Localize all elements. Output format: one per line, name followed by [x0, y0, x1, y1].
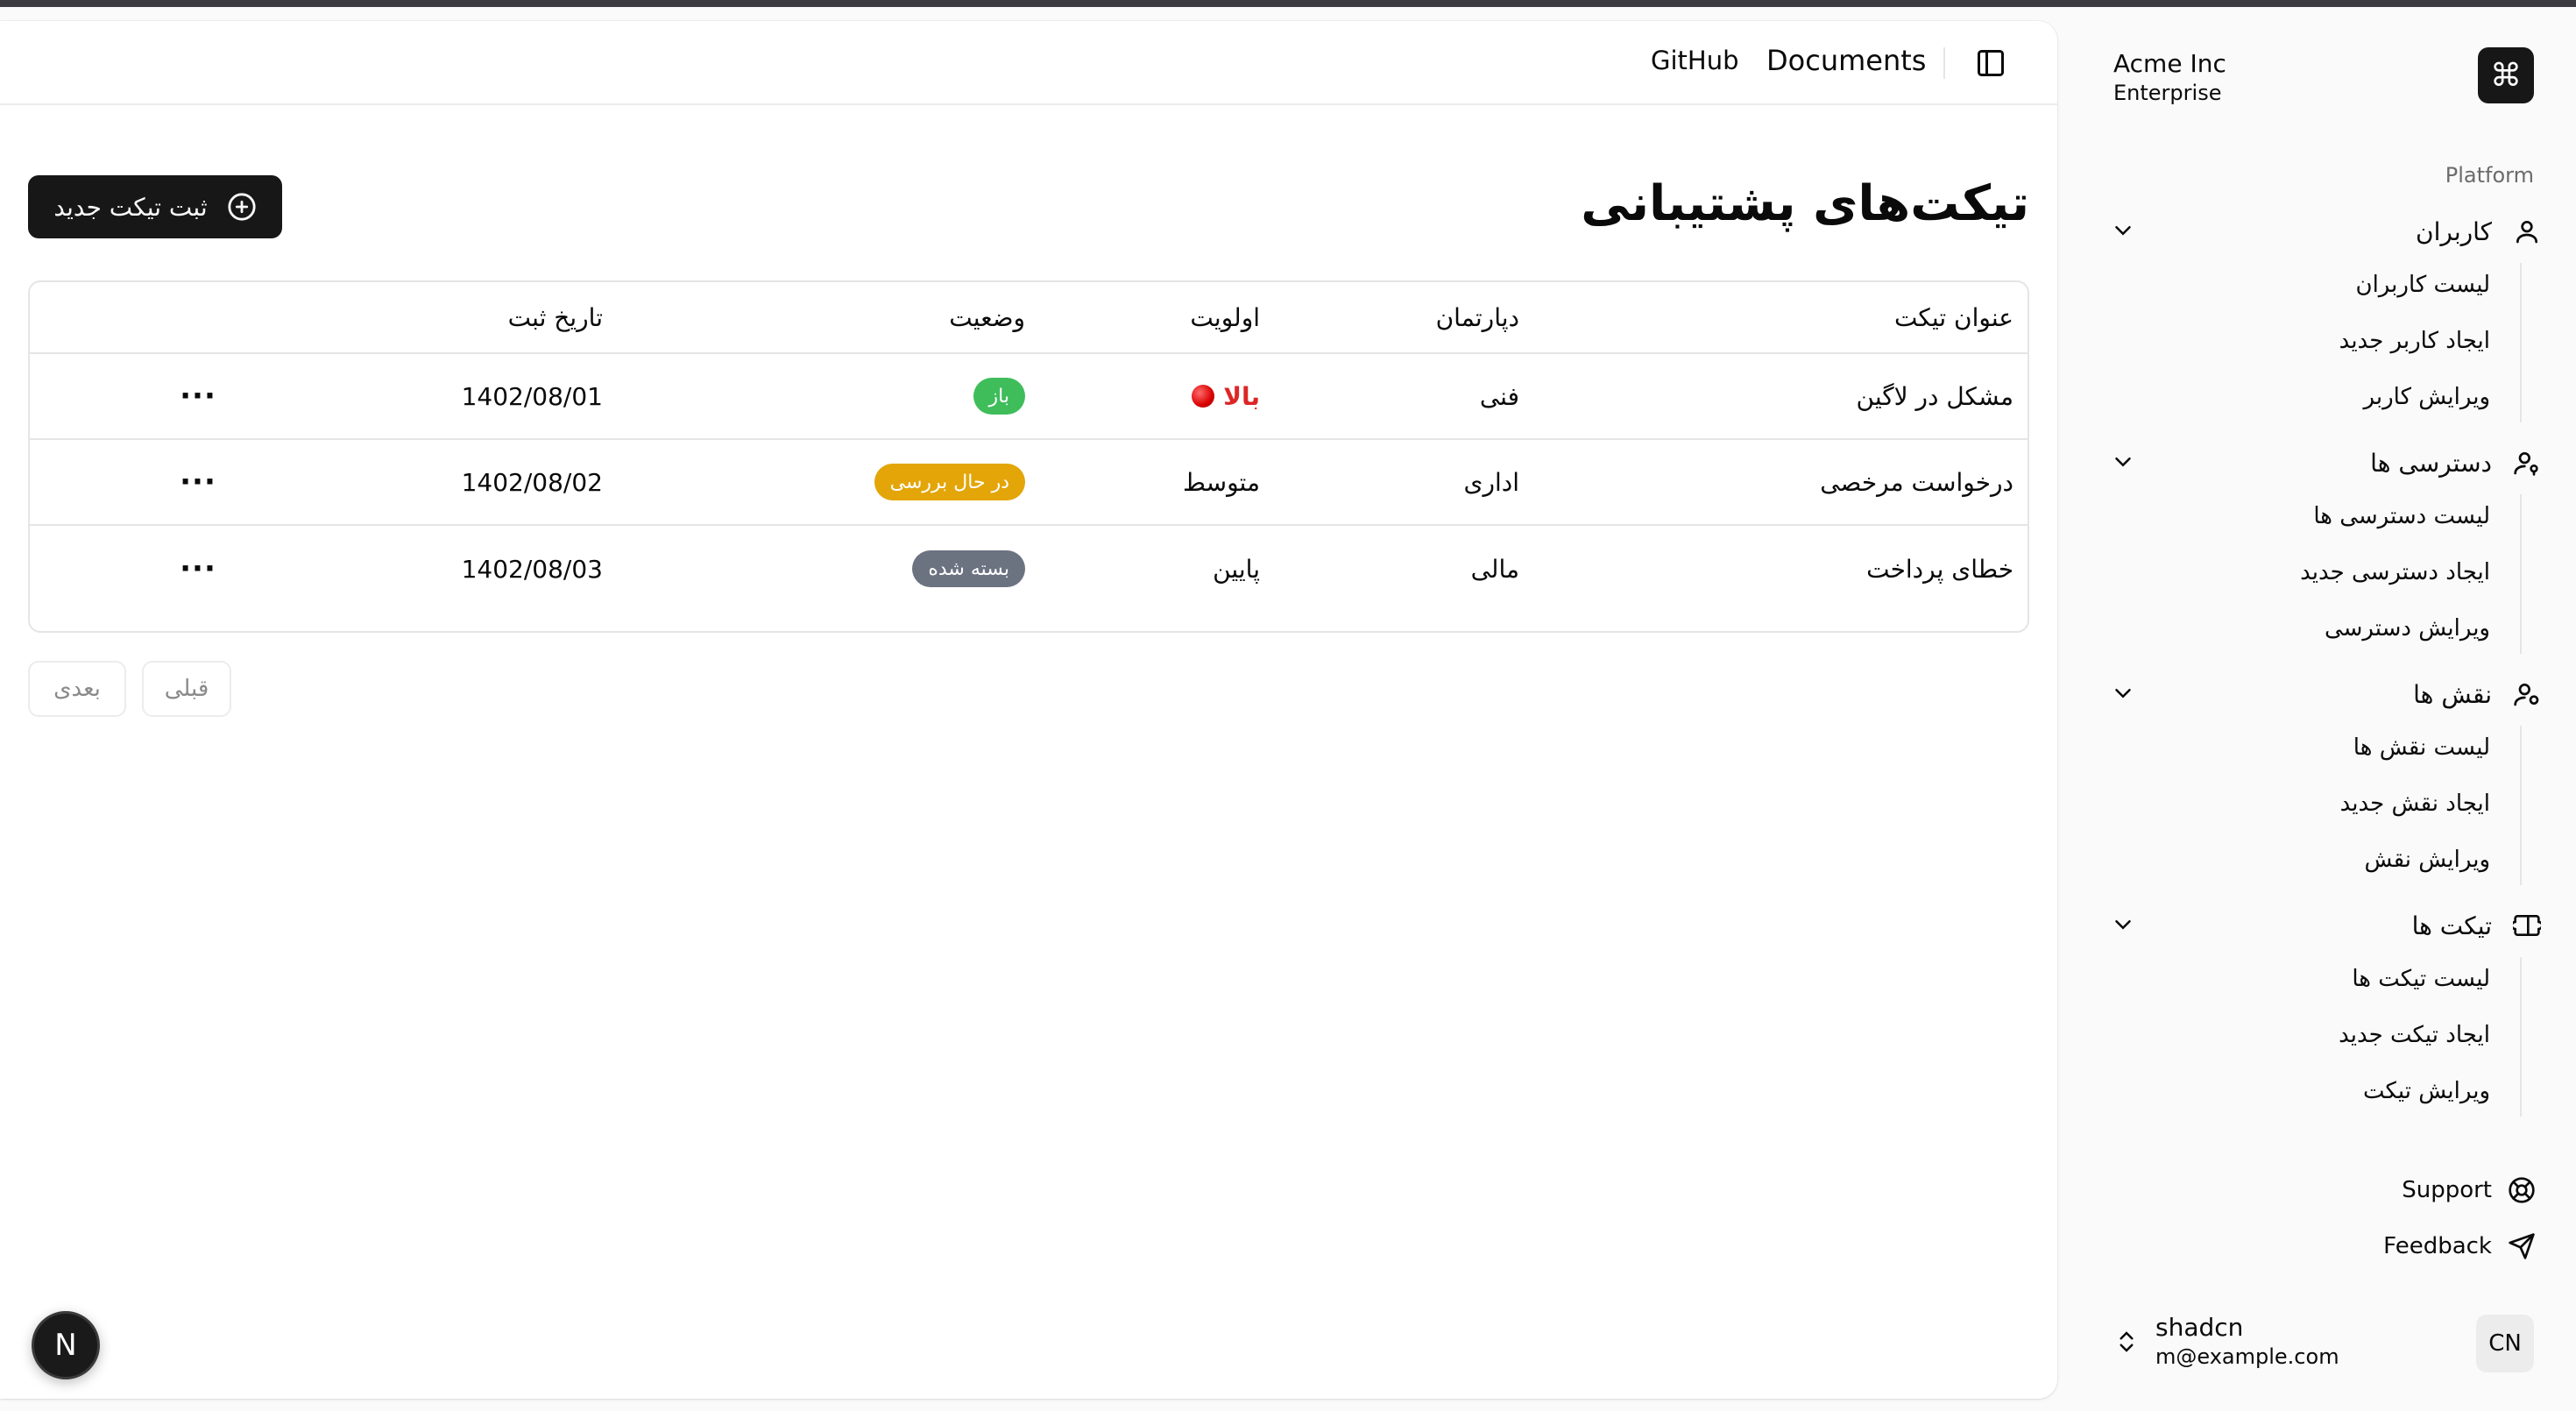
user-icon	[2516, 221, 2537, 244]
ticket-icon	[2513, 915, 2541, 936]
pagination-previous-button[interactable]: قبلی	[142, 661, 231, 717]
sidebar-item-roles-list[interactable]: لیست نقش ها	[2353, 734, 2490, 761]
red-circle-icon	[1192, 385, 1215, 408]
sidebar-group-label-tickets: تیکت ها	[2411, 911, 2492, 940]
priority-label: بالا	[1223, 381, 1260, 411]
user-name[interactable]: shadcn	[2155, 1313, 2243, 1342]
ticket-department: مالی	[1470, 554, 1519, 584]
submenu-line	[2520, 494, 2522, 654]
life-buoy-icon	[2509, 1177, 2535, 1203]
support-label: Support	[2402, 1177, 2492, 1203]
window-top-strip	[0, 0, 2576, 7]
table-row: خطای پرداخت مالی پایین بسته شده 1402/08/…	[30, 526, 2028, 612]
column-header-date: تاریخ ثبت	[507, 302, 603, 332]
new-ticket-label: ثبت تیکت جدید	[53, 192, 208, 222]
chevron-down-icon	[2115, 226, 2131, 236]
row-actions-button[interactable]: ···	[172, 526, 224, 612]
ticket-priority: متوسط	[1183, 467, 1260, 497]
sidebar-group-roles[interactable]: نقش ها	[2110, 670, 2541, 719]
page-title: تیکت‌های پشتیبانی	[1581, 175, 2029, 232]
ticket-title: مشکل در لاگین	[1856, 381, 2014, 411]
column-header-status: وضعیت	[949, 302, 1025, 332]
chevron-down-icon	[2115, 920, 2131, 930]
sidebar-item-permissions-edit[interactable]: ویرایش دسترسی	[2325, 615, 2490, 642]
user-email: m@example.com	[2155, 1344, 2339, 1369]
dev-tools-badge[interactable]: N	[32, 1311, 100, 1379]
team-plan: Enterprise	[2113, 81, 2222, 105]
pagination-next-button[interactable]: بعدی	[28, 661, 126, 717]
chevron-down-icon	[2115, 689, 2131, 698]
sidebar-item-permissions-list[interactable]: لیست دسترسی ها	[2313, 503, 2490, 529]
status-badge: بسته شده	[912, 550, 1025, 587]
ticket-status: در حال بررسی	[874, 440, 1025, 524]
sidebar-group-label-users: کاربران	[2416, 216, 2492, 246]
sidebar-group-users[interactable]: کاربران	[2110, 207, 2541, 256]
ticket-title: درخواست مرخصی	[1820, 467, 2013, 497]
submenu-line	[2520, 726, 2522, 885]
sidebar-item-users-list[interactable]: لیست کاربران	[2355, 272, 2490, 298]
team-name[interactable]: Acme Inc	[2113, 49, 2226, 78]
chevrons-up-down-icon[interactable]	[2113, 1327, 2140, 1357]
sidebar-item-users-create[interactable]: ایجاد کاربر جدید	[2339, 328, 2490, 354]
ticket-priority: پایین	[1213, 554, 1260, 584]
table-header-row: عنوان تیکت دپارتمان اولویت وضعیت تاریخ ث…	[30, 282, 2028, 354]
sidebar-support-link[interactable]: Support	[2402, 1173, 2536, 1208]
sidebar-toggle-icon[interactable]	[1975, 47, 2006, 79]
ticket-title: خطای پرداخت	[1866, 554, 2013, 584]
ticket-priority: بالا	[1192, 354, 1260, 438]
sidebar-item-tickets-create[interactable]: ایجاد تیکت جدید	[2339, 1022, 2490, 1048]
top-header: GitHub Documents	[0, 21, 2057, 105]
header-divider	[1943, 47, 1945, 79]
sidebar-group-permissions[interactable]: دسترسی ها	[2110, 438, 2541, 487]
sidebar-feedback-link[interactable]: Feedback	[2383, 1229, 2536, 1264]
submenu-line	[2520, 263, 2522, 422]
tickets-table: عنوان تیکت دپارتمان اولویت وضعیت تاریخ ث…	[28, 280, 2029, 633]
plus-circle-icon	[228, 193, 256, 221]
chevron-down-icon	[2115, 457, 2131, 467]
send-icon	[2509, 1233, 2535, 1259]
ticket-status: بسته شده	[912, 526, 1025, 612]
main-content: GitHub Documents تیکت‌های پشتیبانی ثبت ت…	[0, 21, 2057, 1399]
sidebar-item-roles-create[interactable]: ایجاد نقش جدید	[2340, 791, 2490, 817]
ticket-date: 1402/08/02	[461, 467, 603, 497]
sidebar-group-label: Platform	[2445, 163, 2534, 188]
sidebar-item-permissions-create[interactable]: ایجاد دسترسی جدید	[2300, 559, 2490, 585]
table-row: مشکل در لاگین فنی بالا باز 1402/08/01 ··…	[30, 354, 2028, 440]
new-ticket-button[interactable]: ثبت تیکت جدید	[28, 175, 282, 238]
ticket-date: 1402/08/01	[461, 381, 603, 411]
column-header-priority: اولویت	[1190, 302, 1260, 332]
sidebar-item-users-edit[interactable]: ویرایش کاربر	[2364, 384, 2490, 410]
priority-high: بالا	[1192, 382, 1260, 411]
table-row: درخواست مرخصی اداری متوسط در حال بررسی 1…	[30, 440, 2028, 526]
documents-link[interactable]: Documents	[1766, 44, 1926, 77]
ticket-department: فنی	[1479, 381, 1519, 411]
sidebar-item-tickets-edit[interactable]: ویرایش تیکت	[2363, 1078, 2490, 1104]
avatar[interactable]: CN	[2476, 1315, 2534, 1372]
status-badge: در حال بررسی	[874, 464, 1025, 500]
status-badge: باز	[973, 378, 1025, 415]
column-header-department: دپارتمان	[1435, 302, 1519, 332]
row-actions-button[interactable]: ···	[172, 354, 224, 438]
sidebar-group-tickets[interactable]: تیکت ها	[2110, 901, 2541, 950]
sidebar-group-label-permissions: دسترسی ها	[2370, 448, 2492, 478]
feedback-label: Feedback	[2383, 1233, 2492, 1259]
user-key-icon	[2514, 452, 2538, 476]
sidebar-item-roles-edit[interactable]: ویرایش نقش	[2364, 847, 2490, 873]
ticket-department: اداری	[1463, 467, 1519, 497]
user-cog-icon	[2514, 684, 2539, 706]
row-actions-button[interactable]: ···	[172, 440, 224, 524]
command-logo-icon[interactable]: ⌘	[2478, 47, 2534, 103]
ticket-date: 1402/08/03	[461, 554, 603, 584]
ticket-status: باز	[973, 354, 1025, 438]
github-link[interactable]: GitHub	[1651, 46, 1739, 75]
sidebar-group-label-roles: نقش ها	[2413, 679, 2492, 709]
column-header-title: عنوان تیکت	[1893, 302, 2013, 332]
sidebar-item-tickets-list[interactable]: لیست تیکت ها	[2352, 966, 2490, 992]
submenu-line	[2520, 957, 2522, 1117]
